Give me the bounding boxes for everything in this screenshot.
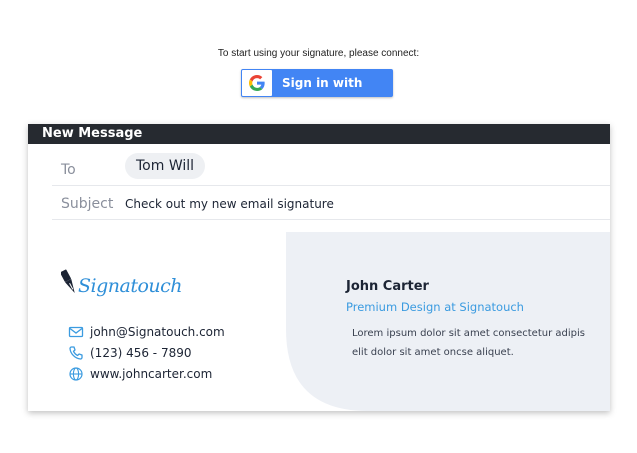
connect-prompt: To start using your signature, please co… bbox=[217, 48, 420, 59]
google-button-label: Sign in with Google bbox=[282, 76, 363, 118]
email-text: john@Signatouch.com bbox=[90, 325, 225, 339]
compose-window: New Message To Tom Will Subject Check ou… bbox=[28, 124, 610, 411]
signature-bio: Lorem ipsum dolor sit amet consectetur a… bbox=[352, 328, 585, 358]
sign-in-with-google-button[interactable]: Sign in with Google bbox=[241, 69, 393, 118]
contact-email[interactable]: john@Signatouch.com bbox=[68, 323, 225, 341]
phone-icon bbox=[69, 346, 83, 360]
to-label: To bbox=[61, 162, 76, 178]
recipient-chip[interactable]: Tom Will bbox=[125, 153, 206, 179]
website-text: www.johncarter.com bbox=[90, 367, 213, 381]
pen-nib-logo-icon bbox=[61, 269, 75, 293]
signature-role: Premium Design at Signatouch bbox=[346, 300, 524, 314]
compose-titlebar: New Message bbox=[28, 124, 610, 144]
signature-name: John Carter bbox=[346, 279, 429, 294]
signature-panel-background bbox=[286, 232, 610, 411]
compose-title: New Message bbox=[42, 126, 143, 141]
subject-input[interactable]: Check out my new email signature bbox=[125, 197, 334, 211]
google-g-icon bbox=[242, 70, 272, 96]
contact-phone[interactable]: (123) 456 - 7890 bbox=[68, 344, 191, 362]
contact-website[interactable]: www.johncarter.com bbox=[68, 365, 212, 383]
globe-icon bbox=[69, 367, 83, 381]
phone-text: (123) 456 - 7890 bbox=[90, 346, 192, 360]
to-row[interactable]: To Tom Will bbox=[52, 144, 610, 186]
subject-label: Subject bbox=[61, 196, 114, 212]
subject-row[interactable]: Subject Check out my new email signature bbox=[52, 186, 610, 220]
signatouch-logo: Signatouch bbox=[78, 275, 183, 297]
email-signature: Signatouch john@Signatouch.com (123) 456… bbox=[28, 232, 610, 411]
mail-icon bbox=[68, 326, 84, 338]
